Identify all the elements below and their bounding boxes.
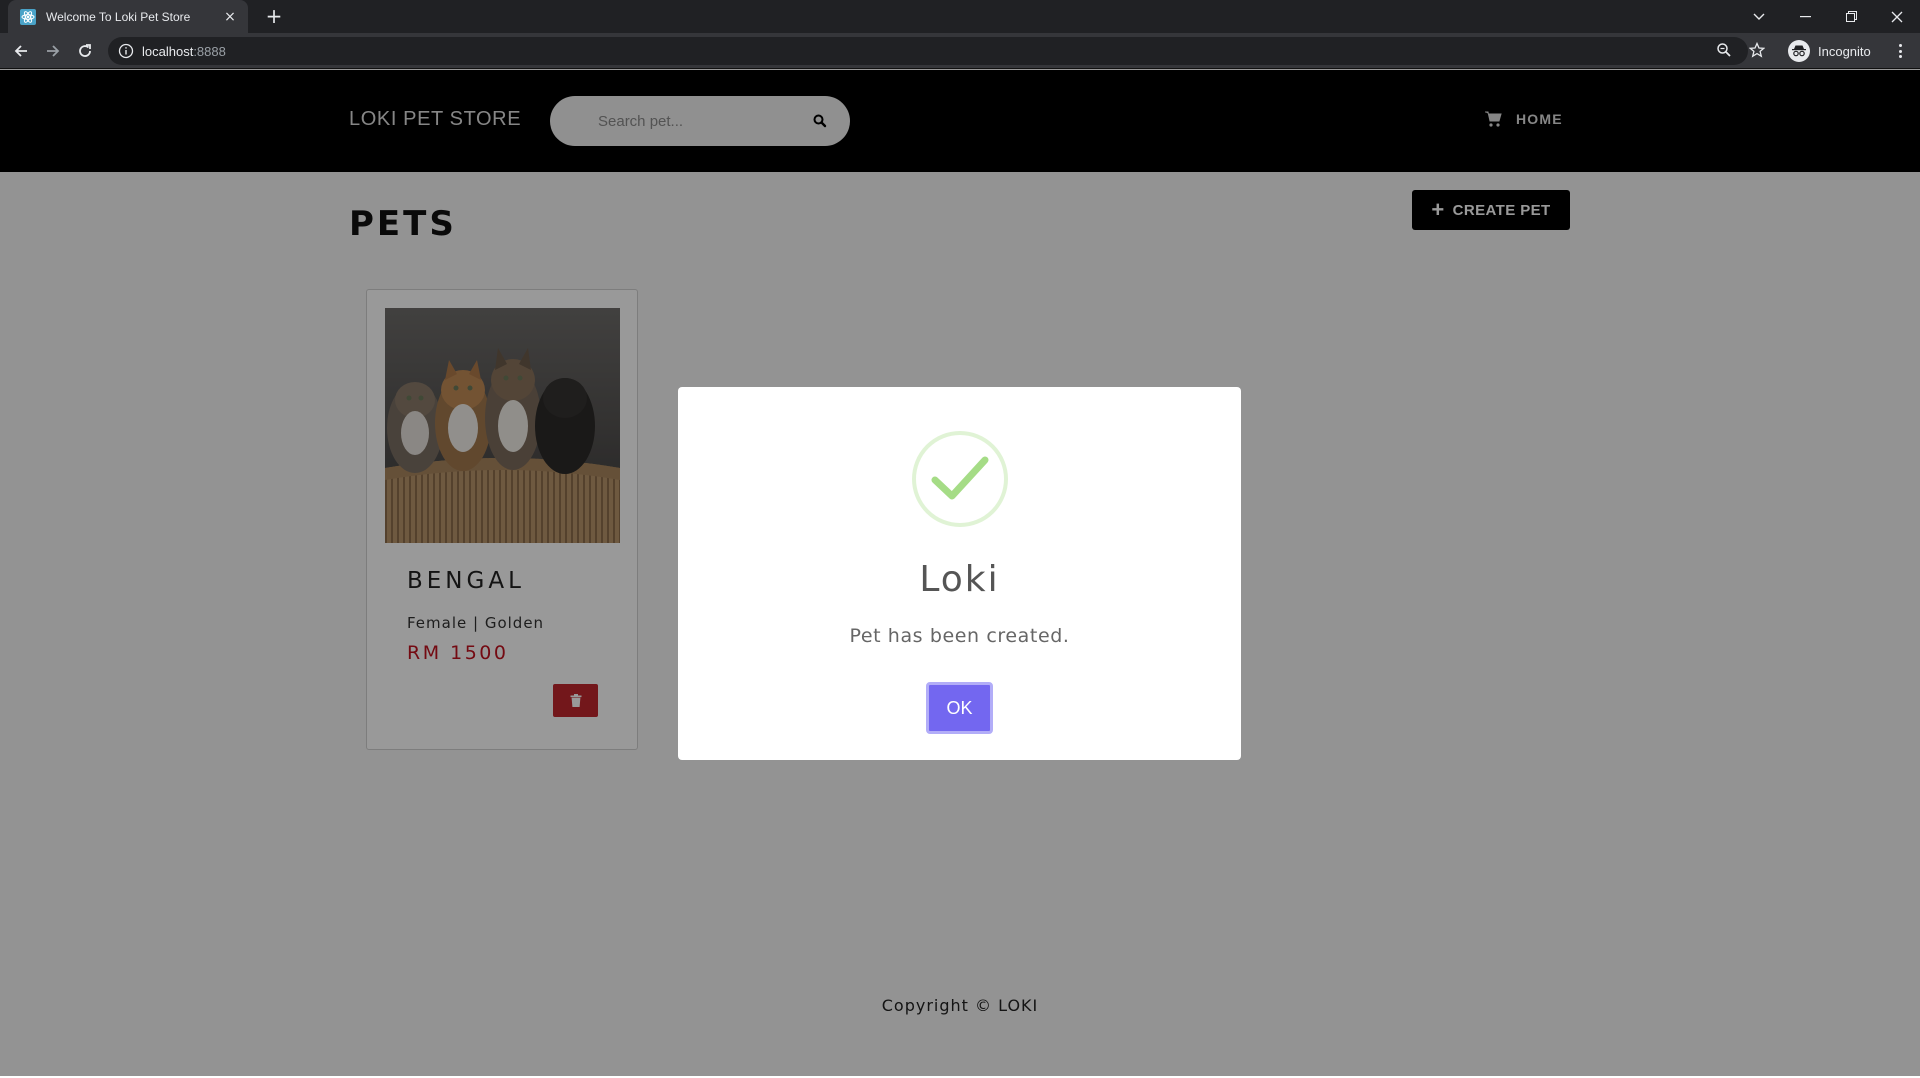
address-bar[interactable]: localhost:8888 <box>108 37 1748 65</box>
incognito-label: Incognito <box>1818 43 1871 59</box>
close-window-icon[interactable] <box>1874 0 1920 33</box>
back-arrow-icon[interactable] <box>7 37 35 65</box>
zoom-icon[interactable] <box>1716 42 1732 58</box>
react-favicon-icon <box>20 8 36 25</box>
forward-arrow-icon[interactable] <box>39 37 67 65</box>
tab-title: Welcome To Loki Pet Store <box>46 9 191 24</box>
success-dialog: Loki Pet has been created. OK <box>678 387 1241 760</box>
reload-icon[interactable] <box>71 37 99 65</box>
browser-tab[interactable]: Welcome To Loki Pet Store × <box>8 0 248 33</box>
incognito-profile[interactable]: Incognito <box>1788 39 1871 63</box>
new-tab-button[interactable]: + <box>262 4 286 28</box>
browser-tab-strip: Welcome To Loki Pet Store × + <box>0 0 1920 33</box>
restore-icon[interactable] <box>1828 0 1874 33</box>
dialog-title: Loki <box>919 559 1000 600</box>
browser-menu-icon[interactable] <box>1892 40 1908 62</box>
success-check-icon <box>912 431 1008 527</box>
tab-close-icon[interactable]: × <box>222 9 238 25</box>
minimize-icon[interactable] <box>1782 0 1828 33</box>
bookmark-star-icon[interactable] <box>1749 42 1765 58</box>
site-info-icon[interactable] <box>118 43 134 59</box>
incognito-icon <box>1788 40 1810 62</box>
tab-search-icon[interactable] <box>1736 0 1782 33</box>
browser-toolbar: localhost:8888 <box>0 33 1920 69</box>
url-host: localhost <box>142 43 194 59</box>
url-port: :8888 <box>193 43 226 59</box>
ok-button[interactable]: OK <box>926 682 993 734</box>
dialog-message: Pet has been created. <box>849 625 1070 647</box>
